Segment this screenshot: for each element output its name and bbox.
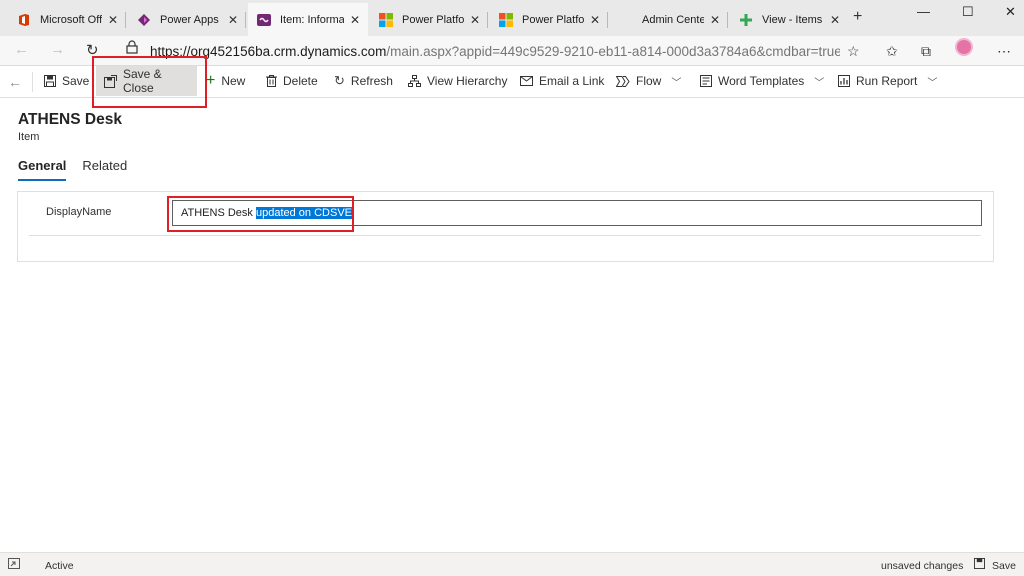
word-templates-button[interactable]: Word Templates ﹀ — [700, 66, 824, 96]
save-button[interactable]: Save — [44, 66, 89, 96]
avatar[interactable] — [955, 38, 973, 56]
tab-title: Item: Informatio — [280, 13, 344, 26]
tab-title: Microsoft Office — [40, 14, 102, 26]
new-button[interactable]: + New — [206, 66, 245, 96]
browser-tab-office[interactable]: Microsoft Office ✕ — [8, 4, 126, 36]
email-link-button[interactable]: Email a Link — [520, 66, 604, 96]
save-icon — [44, 75, 56, 87]
microsoft-logo-icon — [498, 12, 514, 28]
highlight-box-save-close — [92, 56, 207, 108]
lock-icon[interactable] — [126, 40, 138, 57]
browser-tab-power-platform-1[interactable]: Power Platform ✕ — [370, 4, 488, 36]
close-icon[interactable]: ✕ — [830, 13, 840, 27]
new-label: New — [221, 74, 246, 88]
page-title: ATHENS Desk — [18, 111, 122, 128]
tab-related[interactable]: Related — [82, 158, 127, 181]
close-icon[interactable]: ✕ — [710, 13, 720, 27]
tab-title: Power Apps — [160, 14, 219, 26]
word-templates-label: Word Templates — [718, 74, 805, 88]
delete-button[interactable]: Delete — [266, 66, 318, 96]
report-icon — [838, 75, 850, 87]
email-link-label: Email a Link — [539, 74, 605, 88]
flow-label: Flow — [636, 74, 662, 88]
tab-title: Admin Center — [642, 14, 704, 26]
tab-title: Power Platform — [522, 14, 584, 26]
view-hierarchy-button[interactable]: View Hierarchy — [408, 66, 507, 96]
url-field[interactable]: https://org452156ba.crm.dynamics.com/mai… — [150, 39, 840, 63]
collections-icon[interactable]: ⧉ — [921, 43, 931, 60]
form-tabs: General Related — [18, 158, 143, 181]
window-close-icon[interactable]: ✕ — [1005, 4, 1016, 20]
status-save-icon[interactable] — [974, 558, 985, 572]
maximize-icon[interactable]: ☐ — [962, 4, 974, 20]
browser-tab-item-information[interactable]: Item: Informatio ✕ — [248, 3, 368, 36]
email-link-icon — [520, 76, 533, 86]
back-arrow-icon[interactable]: ← — [8, 74, 22, 90]
flow-button[interactable]: Flow ﹀ — [616, 66, 681, 96]
browser-tab-power-apps[interactable]: Power Apps ✕ — [128, 4, 246, 36]
more-icon[interactable]: ⋯ — [997, 43, 1011, 60]
close-icon[interactable]: ✕ — [470, 13, 480, 27]
power-apps-icon — [136, 12, 152, 28]
admin-icon — [618, 12, 634, 28]
displayname-label: DisplayName — [46, 206, 112, 218]
back-icon[interactable]: ← — [14, 41, 29, 58]
field-divider — [29, 235, 981, 236]
status-bar: Active unsaved changes Save — [0, 552, 1024, 576]
record-type: Item — [18, 131, 40, 143]
run-report-button[interactable]: Run Report ﹀ — [838, 66, 937, 96]
close-icon[interactable]: ✕ — [590, 13, 600, 27]
refresh-button[interactable]: ↻ Refresh — [334, 66, 393, 96]
chevron-down-icon: ﹀ — [671, 77, 682, 89]
refresh-label: Refresh — [350, 74, 393, 88]
browser-tab-view-items[interactable]: View - Items - D ✕ — [730, 4, 848, 36]
url-path: /main.aspx?appid=449c9529-9210-eb11-a814… — [386, 43, 840, 59]
trash-icon — [266, 75, 277, 87]
delete-label: Delete — [283, 74, 318, 88]
hierarchy-icon — [408, 75, 421, 87]
plus-icon: + — [206, 72, 216, 89]
run-report-label: Run Report — [856, 74, 918, 88]
status-save-button[interactable]: Save — [992, 560, 1016, 572]
forward-icon[interactable]: → — [50, 41, 65, 58]
command-divider — [32, 72, 33, 92]
browser-tab-power-platform-2[interactable]: Power Platform ✕ — [490, 4, 608, 36]
browser-tab-bar: Microsoft Office ✕ Power Apps ✕ Item: In… — [0, 0, 1024, 36]
highlight-box-displayname — [167, 196, 354, 232]
refresh-icon: ↻ — [334, 73, 345, 88]
close-icon[interactable]: ✕ — [228, 13, 238, 27]
browser-tab-admin-center[interactable]: Admin Center ✕ — [610, 4, 728, 36]
view-hierarchy-label: View Hierarchy — [427, 74, 508, 88]
unsaved-changes-text: unsaved changes — [881, 560, 964, 572]
dynamics-icon — [256, 12, 272, 28]
view-icon — [738, 12, 754, 28]
favorites-icon[interactable]: ✩ — [886, 43, 898, 60]
chevron-down-icon: ﹀ — [927, 77, 938, 89]
save-label: Save — [62, 74, 90, 88]
close-icon[interactable]: ✕ — [350, 13, 360, 27]
tab-title: Power Platform — [402, 14, 464, 26]
minimize-icon[interactable]: — — [917, 4, 930, 19]
status-state: Active — [45, 560, 74, 572]
microsoft-logo-icon — [378, 12, 394, 28]
close-icon[interactable]: ✕ — [108, 13, 118, 27]
chevron-down-icon: ﹀ — [814, 77, 825, 89]
tab-title: View - Items - D — [762, 14, 824, 26]
expand-icon[interactable] — [8, 558, 20, 572]
word-template-icon — [700, 75, 712, 87]
new-tab-icon[interactable]: + — [853, 8, 862, 26]
favorite-star-icon[interactable]: ☆ — [847, 43, 860, 60]
flow-icon — [616, 75, 630, 87]
tab-general[interactable]: General — [18, 158, 67, 181]
office-icon — [16, 12, 32, 28]
